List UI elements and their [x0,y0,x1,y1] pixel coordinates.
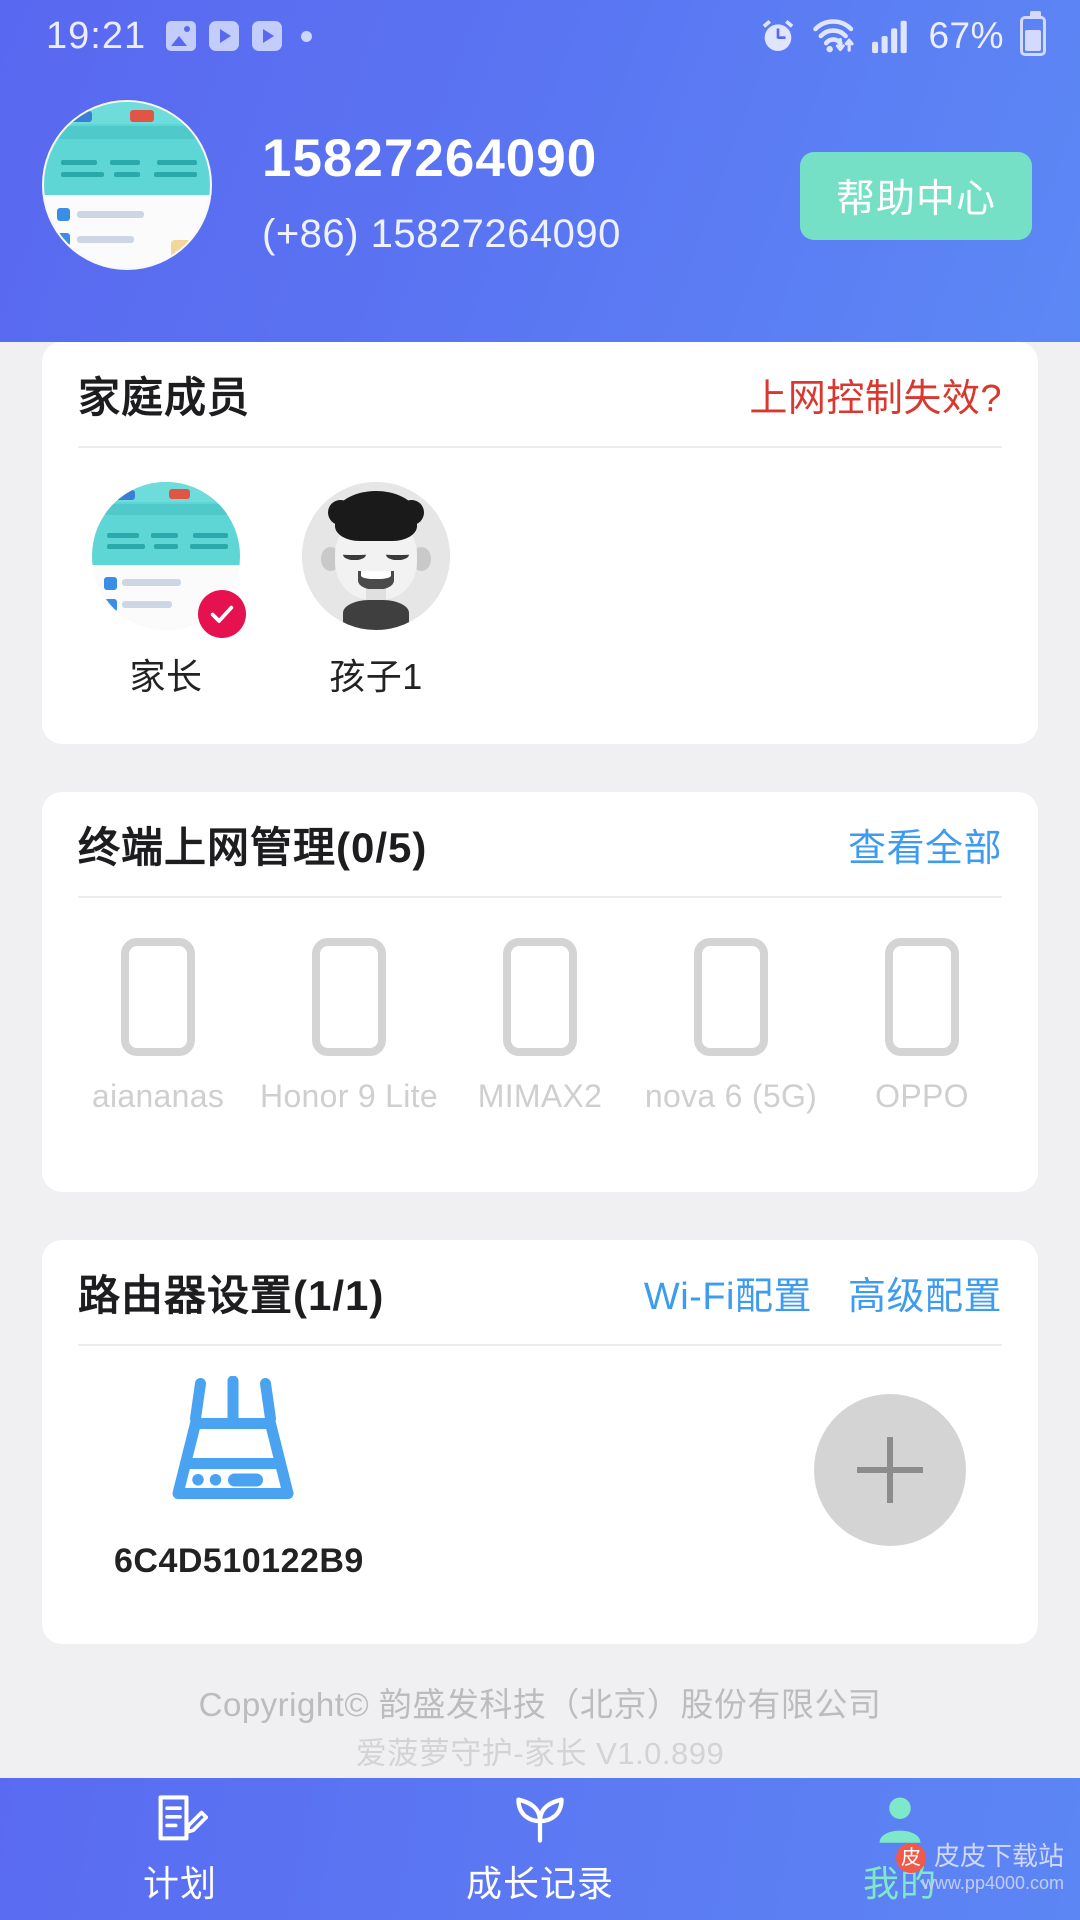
copyright-text: Copyright© 韵盛发科技（北京）股份有限公司 [198,1686,882,1723]
device-item[interactable]: nova 6 (5G) [639,938,823,1115]
device-management-card: 终端上网管理(0/5) 查看全部 aiananas Honor 9 Lite M… [42,792,1038,1192]
watermark: 皮皮皮下载站 www.pp4000.com [895,1841,1064,1894]
status-notification-icons [166,21,313,51]
router-links: Wi-Fi配置 高级配置 [644,1265,1002,1320]
app-version-text: 爱菠萝守护-家长 V1.0.899 [355,1736,725,1771]
member-avatar[interactable] [302,482,450,630]
router-list: 6C4D510122B9 [42,1346,1038,1616]
signal-icon [872,20,908,54]
family-card-title: 家庭成员 [78,373,251,421]
router-settings-card: 路由器设置(1/1) Wi-Fi配置 高级配置 6C4D510122B9 [42,1240,1038,1644]
device-item[interactable]: MIMAX2 [448,938,632,1115]
device-list: aiananas Honor 9 Lite MIMAX2 nova 6 (5G)… [42,898,1038,1115]
family-member-item[interactable]: 孩子1 [288,482,464,700]
wifi-config-link[interactable]: Wi-Fi配置 [644,1265,812,1320]
tab-growth[interactable]: 成长记录 [360,1778,720,1920]
phone-icon [694,938,768,1056]
plus-icon [857,1437,923,1503]
device-item[interactable]: aiananas [66,938,250,1115]
router-mac-address: 6C4D510122B9 [114,1542,364,1580]
device-card-title: 终端上网管理(0/5) [78,823,428,871]
family-members-card: 家庭成员 上网控制失效? 家长 孩子1 [42,342,1038,1002]
phone-icon [885,938,959,1056]
family-members-list: 家长 孩子1 [42,448,1038,697]
tab-plan[interactable]: 计划 [0,1778,360,1920]
device-item[interactable]: Honor 9 Lite [257,938,441,1115]
tab-label: 成长记录 [465,1863,614,1904]
check-icon [198,590,246,638]
add-router-button[interactable] [814,1394,966,1546]
status-time: 19:21 [46,14,147,57]
phone-icon [312,938,386,1056]
device-name: aiananas [91,1078,225,1114]
router-icon[interactable] [158,1376,308,1506]
phone-number: 15827264090 [262,129,598,188]
wifi-icon [813,19,855,53]
phone-icon [503,938,577,1056]
device-name: nova 6 (5G) [644,1078,818,1114]
battery-percent: 67% [928,15,1004,56]
phone-number-international: (+86) 15827264090 [262,212,621,256]
device-item[interactable]: OPPO [830,938,1014,1115]
growth-icon [516,1797,564,1843]
watermark-title: 皮皮皮下载站 [895,1841,1064,1874]
device-name: OPPO [875,1078,969,1114]
router-card-title: 路由器设置(1/1) [78,1271,385,1319]
network-control-alert-link[interactable]: 上网控制失效? [749,367,1002,422]
help-center-button[interactable]: 帮助中心 [800,152,1032,240]
profile-icon [879,1797,921,1843]
advanced-config-link[interactable]: 高级配置 [848,1265,1002,1320]
tab-label: 计划 [142,1863,217,1904]
device-name: MIMAX2 [477,1078,603,1114]
avatar[interactable] [42,100,212,270]
status-bar: 19:21 67% [0,0,1080,72]
family-card-header: 家庭成员 上网控制失效? [42,342,1038,446]
device-name: Honor 9 Lite [260,1078,438,1114]
alarm-icon [763,19,794,51]
dot-icon [301,30,313,42]
play-icon [252,21,283,51]
app-screen: 19:21 67% 15827264090 (+86) 15827264090 … [0,0,1080,1920]
watermark-url: www.pp4000.com [921,1873,1064,1894]
view-all-devices-link[interactable]: 查看全部 [848,817,1002,872]
plan-icon [158,1795,208,1841]
device-card-header: 终端上网管理(0/5) 查看全部 [42,792,1038,896]
family-member-item[interactable]: 家长 [78,482,254,700]
image-icon [166,21,197,51]
member-name: 家长 [129,656,203,697]
status-system-icons: 67% [758,11,1046,57]
bottom-navigation: 计划 成长记录 我的 皮皮皮下载站 www.pp4000.com [0,1778,1080,1920]
phone-icon [121,938,195,1056]
play-icon [209,21,240,51]
router-card-header: 路由器设置(1/1) Wi-Fi配置 高级配置 [42,1240,1038,1344]
battery-icon [1020,11,1046,56]
watermark-badge-icon: 皮 [895,1843,926,1874]
member-name: 孩子1 [329,656,423,697]
profile-header: 19:21 67% 15827264090 (+86) 15827264090 … [0,0,1080,342]
